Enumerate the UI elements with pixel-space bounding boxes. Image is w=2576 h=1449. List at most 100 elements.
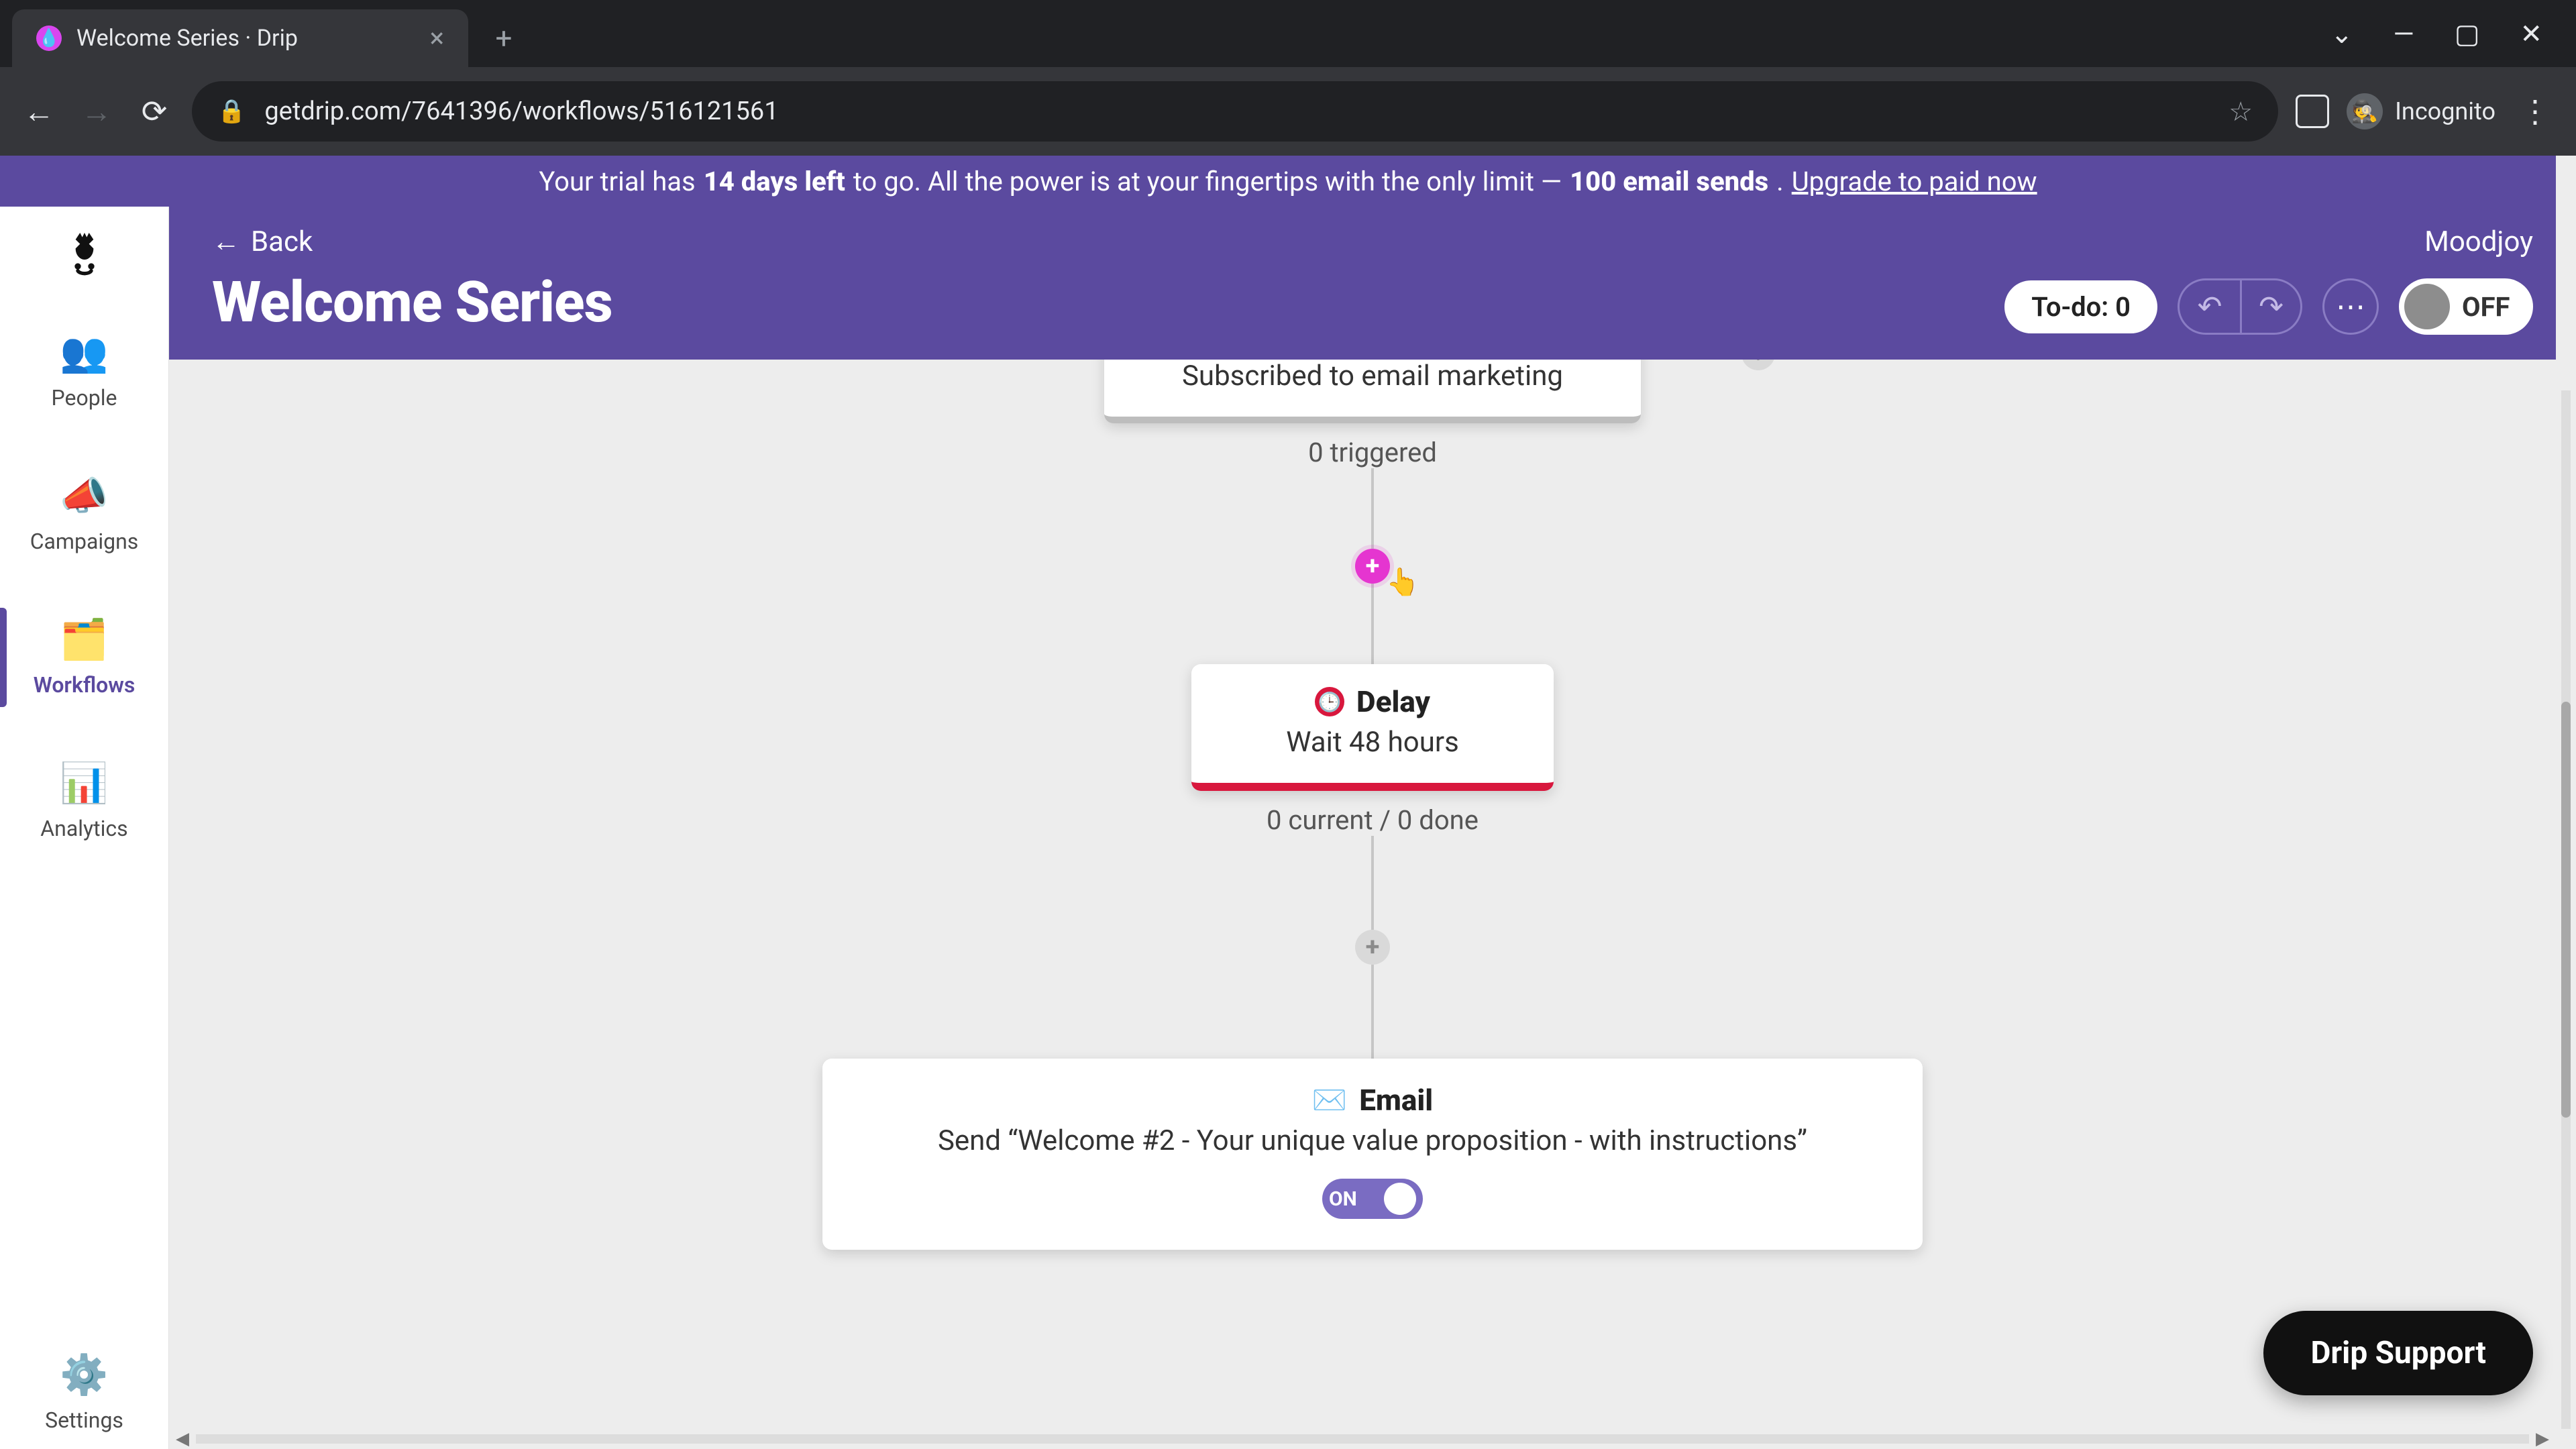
workspace-name[interactable]: Moodjoy [2424,225,2533,258]
scroll-right-icon[interactable]: ▶ [2529,1429,2556,1449]
sidebar-label-analytics: Analytics [40,816,127,841]
scroll-thumb[interactable] [2561,702,2571,1117]
people-icon: 👥 [60,330,108,376]
drip-favicon: 💧 [36,25,62,51]
browser-tab[interactable]: 💧 Welcome Series · Drip × [12,9,468,67]
more-menu-button[interactable]: ⋯ [2322,278,2379,335]
back-label: Back [251,225,313,258]
maximize-icon[interactable]: ▢ [2455,18,2480,50]
back-link[interactable]: ← Back [212,225,313,258]
trigger-stat: 0 triggered [1308,437,1437,468]
close-tab-icon[interactable]: × [430,25,444,52]
incognito-icon: 🕵️ [2347,93,2383,129]
todo-pill[interactable]: To-do: 0 [2004,280,2157,333]
trigger-node[interactable]: Subscribed to email marketing + [1104,360,1641,423]
toggle-label: OFF [2462,291,2510,323]
vertical-scrollbar[interactable] [2556,156,2576,1429]
sidebar-item-settings[interactable]: ⚙️ Settings [0,1336,168,1449]
upgrade-link[interactable]: Upgrade to paid now [1792,166,2037,197]
arrow-left-icon: ← [212,225,240,258]
incognito-label: Incognito [2395,97,2496,125]
bookmark-star-icon[interactable]: ☆ [2229,96,2253,127]
email-subtitle: Send “Welcome #2 - Your unique value pro… [938,1124,1807,1157]
sidebar-label-workflows: Workflows [34,672,136,698]
incognito-indicator[interactable]: 🕵️ Incognito [2347,93,2496,129]
url-text: getdrip.com/7641396/workflows/516121561 [264,97,2210,126]
browser-chrome: 💧 Welcome Series · Drip × + ⌄ — ▢ ✕ ← → … [0,0,2576,156]
banner-text-middle: to go. All the power is at your fingerti… [853,166,1562,197]
drip-logo[interactable] [54,223,115,283]
tab-bar: 💧 Welcome Series · Drip × + ⌄ — ▢ ✕ [0,0,2576,67]
window-controls: ⌄ — ▢ ✕ [2330,0,2576,67]
scroll-track[interactable] [196,1434,2529,1444]
drip-logo-icon [58,226,111,280]
connector [1371,584,1374,664]
minimize-icon[interactable]: — [2393,18,2414,50]
clock-icon: 🕒 [1315,687,1344,716]
main-area: ← Back Welcome Series Moodjoy To-do: 0 ↶ [169,207,2576,1449]
page-title: Welcome Series [212,269,612,335]
analytics-icon: 📊 [60,761,108,806]
browser-menu-icon[interactable]: ⋮ [2513,93,2557,130]
redo-button[interactable]: ↷ [2240,280,2300,333]
connector [1371,836,1374,930]
forward-button[interactable]: → [76,91,117,131]
trigger-subtitle: Subscribed to email marketing [1182,360,1563,392]
sidebar-label-people: People [52,385,117,411]
add-step-button-active[interactable]: + [1355,549,1390,584]
sidebar-item-analytics[interactable]: 📊 Analytics [0,745,168,857]
connector [1371,965,1374,1059]
sidebar-item-campaigns[interactable]: 📣 Campaigns [0,458,168,570]
sidebar-label-settings: Settings [45,1407,123,1433]
sidebar-item-people[interactable]: 👥 People [0,314,168,427]
sidebar-label-campaigns: Campaigns [30,529,139,554]
workflow-flow: Subscribed to email marketing + 0 trigge… [169,360,2576,1433]
body-row: 👥 People 📣 Campaigns 🗂️ Workflows 📊 Anal… [0,207,2576,1449]
delay-stat: 0 current / 0 done [1267,804,1479,836]
new-tab-button[interactable]: + [480,15,527,62]
undo-redo-group: ↶ ↷ [2178,278,2302,335]
workflow-active-toggle[interactable]: OFF [2399,278,2533,335]
horizontal-scrollbar[interactable]: ◀ ▶ [169,1429,2556,1449]
page-header: ← Back Welcome Series Moodjoy To-do: 0 ↶ [169,207,2576,360]
back-button[interactable]: ← [19,91,59,131]
workflow-icon: 🗂️ [60,617,108,663]
tab-title: Welcome Series · Drip [76,25,415,52]
add-trigger-button[interactable]: + [1741,360,1775,370]
tabs-dropdown-icon[interactable]: ⌄ [2330,18,2353,50]
delay-node[interactable]: 🕒 Delay Wait 48 hours [1191,664,1554,791]
left-rail: 👥 People 📣 Campaigns 🗂️ Workflows 📊 Anal… [0,207,169,1449]
close-window-icon[interactable]: ✕ [2520,18,2542,50]
toggle-knob [1384,1183,1416,1215]
delay-subtitle: Wait 48 hours [1286,726,1459,759]
connector [1371,468,1374,549]
scroll-track[interactable] [2561,390,2571,1429]
email-active-toggle[interactable]: ON [1322,1179,1423,1219]
lock-icon: 🔒 [217,98,246,125]
app-root: Your trial has 14 days left to go. All t… [0,156,2576,1449]
header-actions: To-do: 0 ↶ ↷ ⋯ OFF [2004,278,2533,335]
banner-email-sends: 100 email sends [1570,166,1768,197]
megaphone-icon: 📣 [60,474,108,519]
toolbar: ← → ⟳ 🔒 getdrip.com/7641396/workflows/51… [0,67,2576,156]
toggle-knob [2404,284,2450,329]
trial-banner: Your trial has 14 days left to go. All t… [0,156,2576,207]
undo-button[interactable]: ↶ [2180,280,2240,333]
cursor-pointer-icon: 👆 [1386,566,1419,598]
banner-text-prefix: Your trial has [539,166,695,197]
gear-icon: ⚙️ [60,1352,108,1398]
delay-title: Delay [1356,684,1430,719]
add-step-button[interactable]: + [1355,930,1390,965]
mail-icon: ✉️ [1312,1084,1347,1117]
address-bar[interactable]: 🔒 getdrip.com/7641396/workflows/51612156… [192,81,2278,142]
email-toggle-label: ON [1329,1187,1357,1211]
scroll-left-icon[interactable]: ◀ [169,1429,196,1449]
sidebar-item-workflows[interactable]: 🗂️ Workflows [0,601,168,714]
reload-button[interactable]: ⟳ [134,91,174,131]
banner-text-suffix: . [1776,166,1784,197]
email-title: Email [1359,1083,1433,1118]
workflow-canvas[interactable]: Subscribed to email marketing + 0 trigge… [169,360,2576,1449]
support-button[interactable]: Drip Support [2263,1311,2533,1395]
extensions-icon[interactable] [2296,95,2329,128]
email-node[interactable]: ✉️ Email Send “Welcome #2 - Your unique … [822,1059,1923,1250]
